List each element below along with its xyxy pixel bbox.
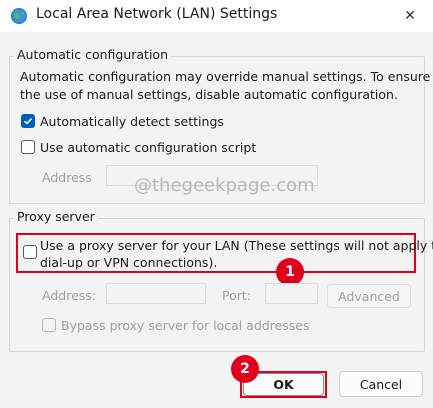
auto-config-script-label[interactable]: Use automatic configuration script [40,140,256,155]
auto-config-group-label: Automatic configuration [14,47,171,62]
bypass-local-label[interactable]: Bypass proxy server for local addresses [61,318,310,333]
auto-config-script-checkbox[interactable] [21,140,35,154]
auto-detect-checkbox[interactable] [21,114,35,128]
proxy-port-label: Port: [222,288,251,303]
close-icon: ✕ [404,8,416,24]
advanced-button[interactable]: Advanced [327,284,411,308]
use-proxy-label-line1[interactable]: Use a proxy server for your LAN (These s… [40,238,433,253]
cancel-button[interactable]: Cancel [339,371,423,397]
auto-detect-label[interactable]: Automatically detect settings [40,114,224,129]
checkmark-icon [23,117,33,125]
proxy-port-field [265,283,318,304]
proxy-address-field [106,283,206,304]
annotation-badge-2: 2 [231,355,259,383]
title-bar: Local Area Network (LAN) Settings ✕ [0,0,433,32]
use-proxy-checkbox[interactable] [23,245,37,259]
auto-config-description-line1: Automatic configuration may override man… [20,69,431,84]
use-proxy-label-line2[interactable]: dial-up or VPN connections). [40,255,217,270]
bypass-local-checkbox[interactable] [42,318,56,332]
annotation-badge-1: 1 [276,258,304,286]
close-button[interactable]: ✕ [387,0,433,32]
proxy-server-group-label: Proxy server [14,209,98,224]
window-title: Local Area Network (LAN) Settings [36,6,278,22]
globe-network-icon [10,7,28,25]
script-address-label: Address [42,170,92,185]
proxy-address-label: Address: [42,288,96,303]
auto-config-description-line2: the use of manual settings, disable auto… [20,87,398,102]
watermark: @thegeekpage.com [134,175,315,196]
